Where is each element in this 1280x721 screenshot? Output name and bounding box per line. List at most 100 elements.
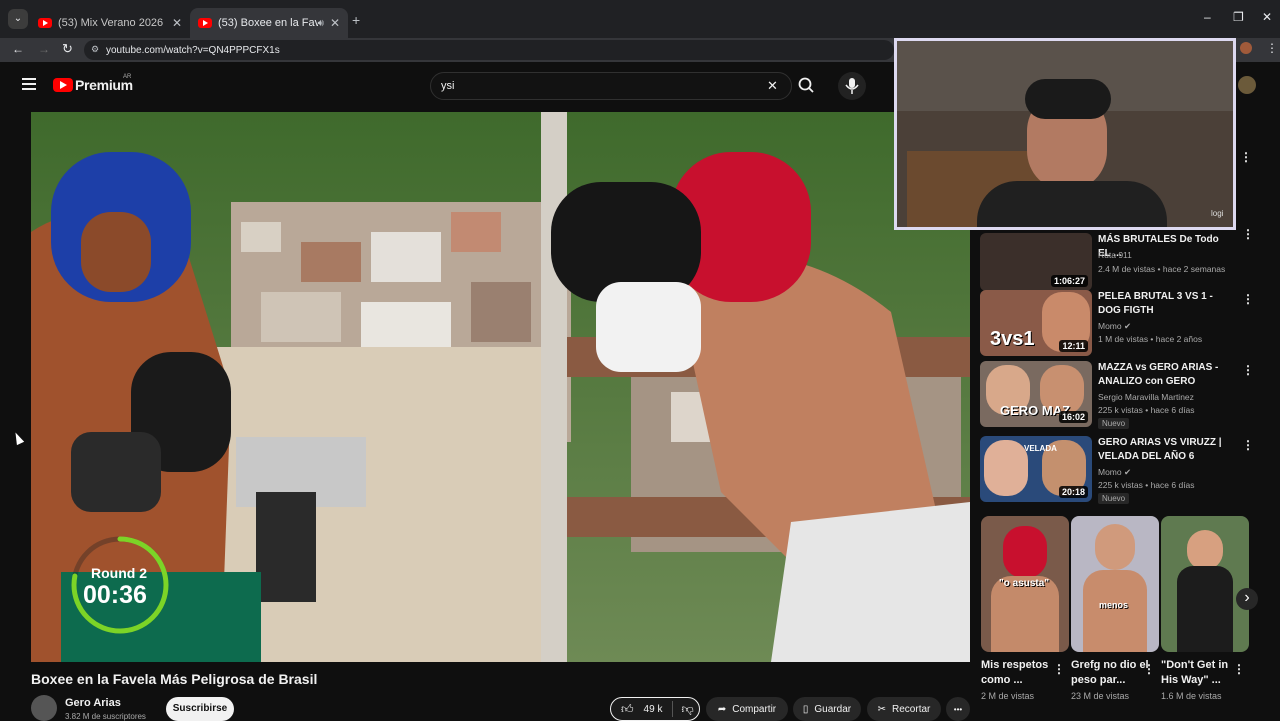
tab-search-button[interactable]: ⌄ [8,9,28,29]
share-icon: ➦ [717,703,727,715]
new-badge: Nuevo [1098,493,1130,504]
video-title[interactable]: PELEA BRUTAL 3 VS 1 - DOG FIGTH [1098,290,1228,318]
thumbnail-text: menos [1099,600,1129,610]
speaker-icon[interactable]: 🔊︎ [318,18,324,29]
back-arrow-icon[interactable]: ← [12,42,24,56]
channel-name[interactable]: Momo [1098,321,1122,331]
video-thumbnail[interactable]: 3vs1 12:11 [980,290,1092,356]
verified-icon: ✔︎ [1124,321,1132,331]
tab-close-icon[interactable]: ✕ [172,16,182,30]
video-title[interactable]: GERO ARIAS VS VIRUZZ | VELADA DEL AÑO 6 [1098,436,1228,464]
duration-badge: 12:11 [1059,340,1088,352]
duration-badge: 20:18 [1058,486,1088,498]
channel-avatar[interactable] [31,695,57,721]
dislike-icon[interactable]: 👎︎ [681,702,693,717]
video-thumbnail[interactable]: 1:06:27 [980,233,1092,291]
more-options-icon[interactable]: ⋮ [1053,662,1065,676]
browser-tab-bar: ⌄ (53) Mix Verano 2026 - YouTube ✕ (53) … [0,0,1280,38]
round-label: Round 2 [91,565,147,581]
new-badge: Nuevo [1098,418,1130,429]
video-thumbnail[interactable]: GERO MAZ 16:02 [980,361,1092,427]
restore-button[interactable]: ❐ [1233,10,1244,24]
site-info-icon[interactable]: ⚙ [91,44,99,55]
browser-menu-icon[interactable]: ⋮ [1266,41,1278,55]
subscribe-button[interactable]: Suscribirse [166,697,234,721]
more-options-icon[interactable]: ⋮ [1240,150,1252,164]
search-icon [798,77,814,93]
sidebar-video-3[interactable]: VELADA 20:18 GERO ARIAS VS VIRUZZ | VELA… [980,436,1254,504]
more-options-icon[interactable]: ⋮ [1242,438,1254,452]
new-tab-button[interactable]: + [352,12,360,28]
tab-close-icon[interactable]: ✕ [330,16,340,30]
more-options-icon[interactable]: ⋮ [1242,292,1254,306]
thumbnail-text: "o asusta" [999,578,1050,589]
more-options-icon[interactable]: ⋮ [1233,662,1245,676]
channel-name[interactable]: Momo [1098,467,1122,477]
short-views: 1.6 M de vistas [1161,691,1222,701]
short-title[interactable]: Mis respetos como ... [981,658,1061,688]
video-thumbnail[interactable]: VELADA 20:18 [980,436,1092,502]
more-options-icon[interactable]: ⋮ [1242,227,1254,241]
short-views: 23 M de vistas [1071,691,1130,701]
sidebar-video-0[interactable]: 1:06:27 MÁS BRUTALES De Todo EL ... Ruta… [980,225,1254,293]
share-button[interactable]: ➦ Compartir [706,697,788,721]
like-dislike-group: 👍︎ 49 k 👎︎ [610,697,700,721]
scissors-icon: ✂ [877,703,887,715]
more-options-icon[interactable]: ⋮ [1242,363,1254,377]
search-button[interactable] [792,72,822,100]
round-timer: 00:36 [83,581,147,609]
reload-icon[interactable]: ↻ [62,41,73,57]
account-avatar[interactable] [1238,76,1256,94]
save-button[interactable]: ▯ Guardar [793,697,861,721]
webcam-overlay: logi [894,38,1236,230]
video-meta: 2.4 M de vistas • hace 2 semanas [1098,264,1226,274]
channel-row[interactable]: Momo ✔︎ [1098,320,1131,332]
video-meta: 225 k vistas • hace 6 días [1098,480,1195,490]
save-label: Guardar [814,703,852,715]
short-thumbnail[interactable]: "o asusta" [981,516,1069,652]
more-options-icon[interactable]: ⋮ [1143,662,1155,676]
clear-search-icon[interactable]: ✕ [767,78,778,94]
duration-badge: 1:06:27 [1050,275,1088,287]
window-close-button[interactable]: ✕ [1262,10,1272,24]
forward-arrow-icon[interactable]: → [38,42,50,56]
thumbnail-text: VELADA [1024,444,1057,453]
video-player[interactable]: Round 2 00:36 [31,112,970,662]
channel-name[interactable]: Gero Arias [65,697,121,709]
sidebar-video-1[interactable]: 3vs1 12:11 PELEA BRUTAL 3 VS 1 - DOG FIG… [980,290,1254,358]
like-count[interactable]: 49 k [644,704,663,715]
clip-button[interactable]: ✂ Recortar [867,697,941,721]
youtube-logo-icon[interactable] [53,78,73,92]
short-title[interactable]: Grefg no dio el peso par... [1071,658,1151,688]
url-text: youtube.com/watch?v=QN4PPPCFX1s [106,44,280,56]
search-query: ysi [441,80,455,92]
mouse-cursor [11,430,25,446]
youtube-favicon-icon [198,18,212,28]
video-title[interactable]: MAZZA vs GERO ARIAS - ANALIZO con GERO [1098,361,1228,389]
browser-tab-active[interactable]: (53) Boxee en la Favela Más 🔊︎ ✕ [190,8,348,38]
tab-title: (53) Mix Verano 2026 - YouTube [58,17,166,29]
address-bar[interactable]: ⚙ youtube.com/watch?v=QN4PPPCFX1s [84,40,894,60]
short-thumbnail[interactable] [1161,516,1249,652]
short-title[interactable]: "Don't Get in His Way" ... [1161,658,1241,688]
profile-avatar[interactable] [1240,42,1252,54]
channel-row[interactable]: Momo ✔︎ [1098,466,1131,478]
clip-label: Recortar [892,703,931,715]
share-label: Compartir [732,703,777,715]
sidebar-video-2[interactable]: GERO MAZ 16:02 MAZZA vs GERO ARIAS - ANA… [980,361,1254,429]
hamburger-menu-icon[interactable] [22,78,36,90]
channel-name[interactable]: Ruta 911 [1098,249,1132,261]
microphone-icon [845,78,859,94]
tab-title: (53) Boxee en la Favela Más [218,17,318,29]
more-actions-button[interactable]: ••• [946,697,970,721]
next-arrow-icon[interactable]: › [1236,588,1258,610]
short-thumbnail[interactable]: menos [1071,516,1159,652]
voice-search-button[interactable] [838,72,866,100]
browser-tab[interactable]: (53) Mix Verano 2026 - YouTube ✕ [30,8,190,38]
minimize-button[interactable]: – [1204,10,1211,24]
search-input[interactable]: ysi ✕ [430,72,792,100]
bookmark-icon: ▯ [802,703,809,715]
like-icon[interactable]: 👍︎ [621,702,634,717]
channel-name[interactable]: Sergio Maravilla Martinez [1098,391,1194,403]
video-meta: 225 k vistas • hace 6 días [1098,405,1195,415]
